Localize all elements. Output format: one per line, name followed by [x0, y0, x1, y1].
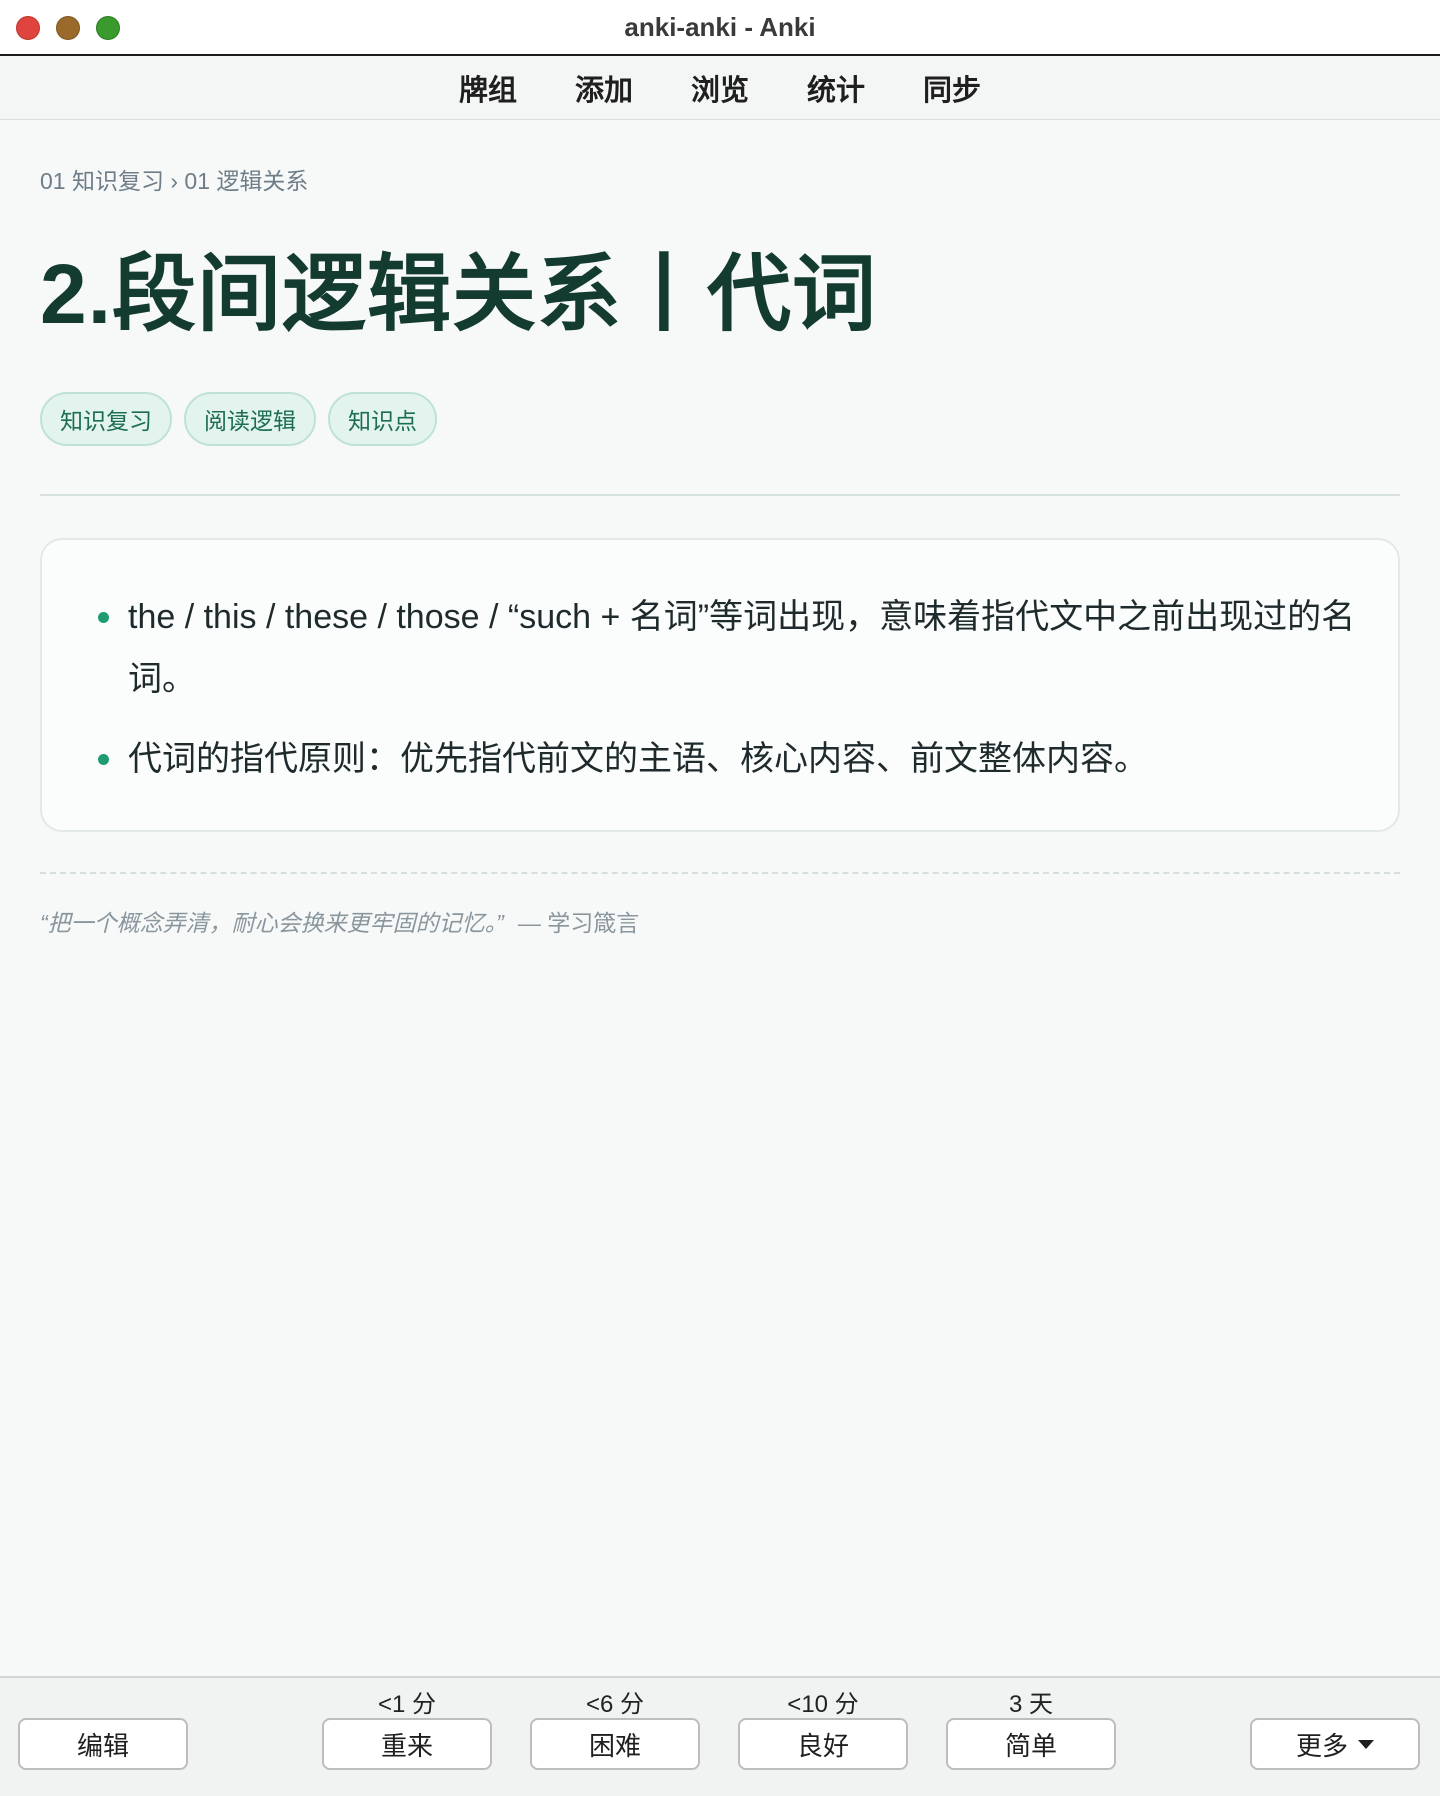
edit-button-label: 编辑: [76, 1730, 129, 1761]
main-toolbar: 牌组 添加 浏览 统计 同步: [0, 56, 1440, 120]
easy-button-label: 简单: [1004, 1730, 1057, 1761]
dashed-divider: [40, 872, 1400, 875]
good-button[interactable]: 良好: [738, 1718, 908, 1770]
menu-sync[interactable]: 同步: [894, 67, 1010, 109]
tag-list: 知识复习 阅读逻辑 知识点: [40, 392, 1400, 447]
hard-interval: <6 分: [585, 1691, 645, 1718]
window-title: anki-anki - Anki: [624, 12, 816, 42]
card-title: 2.段间逻辑关系丨代词: [40, 247, 878, 341]
easy-button[interactable]: 简单: [946, 1718, 1116, 1770]
menu-browse[interactable]: 浏览: [662, 67, 778, 109]
note-item: the / this / these / those / “such + 名词”…: [98, 586, 1368, 710]
again-button-label: 重来: [380, 1730, 433, 1761]
again-interval: <1 分: [377, 1691, 437, 1718]
note-list: the / this / these / those / “such + 名词”…: [98, 586, 1368, 790]
more-button-label: 更多: [1295, 1730, 1348, 1761]
card-content: 01 知识复习 › 01 逻辑关系 2.段间逻辑关系丨代词 知识复习 阅读逻辑 …: [40, 120, 1400, 938]
note-item: 代词的指代原则：优先指代前文的主语、核心内容、前文整体内容。: [98, 728, 1368, 790]
good-interval: <10 分: [787, 1691, 859, 1718]
divider: [40, 494, 1400, 497]
caret-down-icon: [1358, 1739, 1374, 1749]
edit-button[interactable]: 编辑: [18, 1718, 188, 1770]
menu-add[interactable]: 添加: [546, 67, 662, 109]
quote-source: — 学习箴言: [517, 910, 640, 937]
good-button-label: 良好: [796, 1730, 849, 1761]
note-box: the / this / these / those / “such + 名词”…: [40, 538, 1400, 833]
more-button[interactable]: 更多: [1250, 1718, 1420, 1770]
anki-window: anki-anki - Anki 牌组 添加 浏览 统计 同步 01 知识复习 …: [0, 0, 1440, 1796]
tag-chip: 阅读逻辑: [184, 392, 316, 447]
quote: “把一个概念弄清，耐心会换来更牢固的记忆。” — 学习箴言: [40, 904, 1400, 938]
hard-button-label: 困难: [588, 1730, 641, 1761]
menu-decks[interactable]: 牌组: [430, 67, 546, 109]
hard-button[interactable]: 困难: [530, 1718, 700, 1770]
menu-stats[interactable]: 统计: [778, 67, 894, 109]
easy-interval: 3 天: [1008, 1691, 1053, 1718]
title-bar: anki-anki - Anki: [0, 0, 1440, 56]
quote-text: “把一个概念弄清，耐心会换来更牢固的记忆。”: [40, 910, 504, 937]
tag-chip: 知识复习: [40, 392, 172, 447]
breadcrumb: 01 知识复习 › 01 逻辑关系: [40, 168, 309, 194]
tag-chip: 知识点: [328, 392, 437, 447]
answer-bar: 编辑 <1 分 重来 <6 分 困难 <10 分 良好 3 天 简单 更多: [0, 1676, 1440, 1796]
again-button[interactable]: 重来: [322, 1718, 492, 1770]
